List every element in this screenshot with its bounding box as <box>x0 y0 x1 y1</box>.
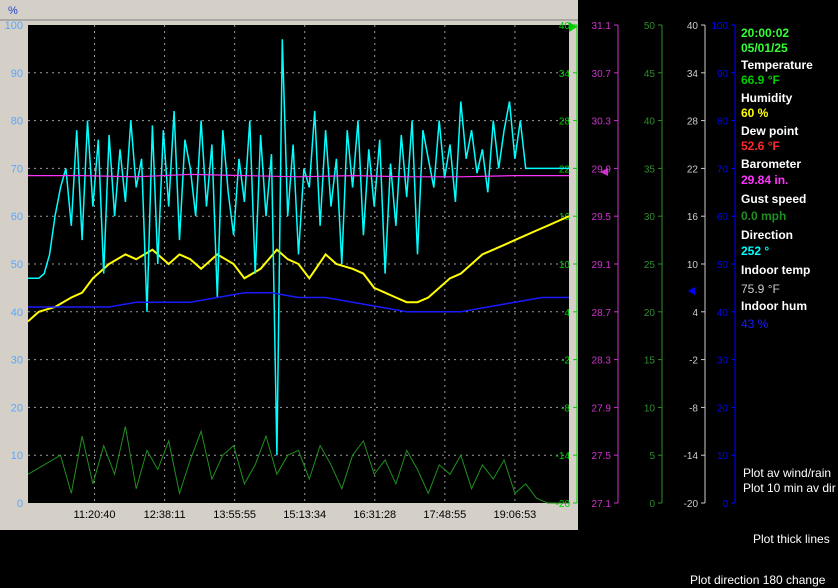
right-tick-label: 16 <box>687 212 699 223</box>
right-tick-label: -8 <box>689 403 698 414</box>
indoor-axis-marker <box>688 287 695 295</box>
percent-unit-label: % <box>8 5 18 17</box>
x-tick-label: 13:55:55 <box>213 509 256 521</box>
left-tick-label: 50 <box>11 259 23 271</box>
right-tick-label: 34 <box>559 69 571 80</box>
right-tick-label: 20 <box>644 308 656 319</box>
dewpoint-value: 52.6 °F <box>741 139 780 153</box>
plot-10min-dir-toggle[interactable]: Plot 10 min av dir <box>743 481 836 495</box>
right-tick-label: 100 <box>711 21 728 32</box>
right-tick-label: 30.7 <box>592 69 612 80</box>
right-tick-label: 70 <box>717 164 729 175</box>
right-tick-label: 40 <box>644 117 656 128</box>
left-tick-label: 100 <box>5 20 23 32</box>
right-tick-label: 28 <box>687 117 699 128</box>
right-tick-label: 50 <box>644 21 656 32</box>
right-tick-label: 30 <box>717 356 729 367</box>
plot-av-wind-toggle[interactable]: Plot av wind/rain <box>743 466 831 480</box>
temperature-label: Temperature <box>741 58 813 72</box>
right-tick-label: 29.5 <box>592 212 612 223</box>
right-tick-label: 29.9 <box>592 164 612 175</box>
right-tick-label: 0 <box>722 499 728 510</box>
barometer-label: Barometer <box>741 157 802 171</box>
right-tick-label: 15 <box>644 356 656 367</box>
right-tick-label: 4 <box>564 308 570 319</box>
temperature-value: 66.9 °F <box>741 73 780 87</box>
left-tick-label: 30 <box>11 355 23 367</box>
indoor-hum-value: 43 % <box>741 317 769 331</box>
x-tick-label: 11:20:40 <box>74 509 116 521</box>
x-tick-label: 17:48:55 <box>423 509 466 521</box>
readout-date: 05/01/25 <box>741 41 788 55</box>
left-tick-label: 10 <box>11 450 23 462</box>
right-tick-label: 10 <box>717 451 729 462</box>
right-tick-label: 28 <box>559 117 571 128</box>
right-tick-label: 28.7 <box>592 308 612 319</box>
left-tick-label: 70 <box>11 163 23 175</box>
left-tick-label: 80 <box>11 116 23 128</box>
right-tick-label: 35 <box>644 164 656 175</box>
x-tick-label: 12:38:11 <box>144 509 186 521</box>
left-tick-label: 90 <box>11 68 23 80</box>
right-tick-label: -14 <box>684 451 699 462</box>
right-tick-label: 34 <box>687 69 699 80</box>
humidity-value: 60 % <box>741 106 769 120</box>
left-tick-label: 0 <box>17 498 23 510</box>
plot-direction-change-toggle[interactable]: Plot direction 180 change <box>690 573 825 587</box>
right-tick-label: -8 <box>561 403 570 414</box>
indoor-hum-label: Indoor hum <box>741 299 807 313</box>
right-tick-label: 25 <box>644 260 656 271</box>
right-tick-label: 80 <box>717 117 729 128</box>
left-tick-label: 60 <box>11 211 23 223</box>
right-tick-label: 10 <box>687 260 699 271</box>
right-tick-label: 29.1 <box>592 260 612 271</box>
right-tick-label: 0 <box>649 499 655 510</box>
direction-value: 252 ° <box>741 244 770 258</box>
right-tick-label: 31.1 <box>592 21 612 32</box>
right-tick-label: 27.1 <box>592 499 612 510</box>
right-tick-label: 50 <box>717 260 729 271</box>
right-tick-label: -20 <box>556 499 571 510</box>
readout-time: 20:00:02 <box>741 26 790 40</box>
gust-label: Gust speed <box>741 192 807 206</box>
right-tick-label: 30 <box>644 212 656 223</box>
right-tick-label: 40 <box>687 21 699 32</box>
humidity-label: Humidity <box>741 91 793 105</box>
x-tick-label: 15:13:34 <box>283 509 326 521</box>
indoor-temp-value: 75.9 °F <box>741 282 780 296</box>
left-tick-label: 40 <box>11 307 23 319</box>
x-tick-label: 19:06:53 <box>493 509 536 521</box>
right-tick-label: 27.5 <box>592 451 612 462</box>
right-tick-label: 10 <box>559 260 571 271</box>
right-tick-label: 20 <box>717 403 729 414</box>
right-tick-label: -20 <box>684 499 699 510</box>
right-tick-label: 45 <box>644 69 656 80</box>
right-tick-label: -2 <box>561 356 570 367</box>
right-tick-label: 30.3 <box>592 117 612 128</box>
right-tick-label: 28.3 <box>592 356 612 367</box>
right-tick-label: 27.9 <box>592 403 612 414</box>
right-tick-label: 40 <box>717 308 729 319</box>
right-tick-label: 5 <box>649 451 655 462</box>
right-tick-label: 40 <box>559 21 571 32</box>
right-tick-label: -2 <box>689 356 698 367</box>
right-axes: -20-14-8-2410162228344027.127.527.928.32… <box>556 21 736 510</box>
right-tick-label: 4 <box>692 308 698 319</box>
indoor-temp-label: Indoor temp <box>741 263 811 277</box>
x-tick-label: 16:31:28 <box>353 509 396 521</box>
plot-thick-lines-toggle[interactable]: Plot thick lines <box>753 532 830 546</box>
barometer-value: 29.84 in. <box>741 173 789 187</box>
dewpoint-label: Dew point <box>741 124 799 138</box>
direction-label: Direction <box>741 228 794 242</box>
left-tick-label: 20 <box>11 402 23 414</box>
right-tick-label: 60 <box>717 212 729 223</box>
right-tick-label: 22 <box>687 164 699 175</box>
weather-chart: % 0102030405060708090100 -20-14-8-241016… <box>0 0 736 530</box>
right-tick-label: 90 <box>717 69 729 80</box>
gust-value: 0.0 mph <box>741 209 787 223</box>
right-tick-label: 22 <box>559 164 571 175</box>
right-tick-label: -14 <box>556 451 571 462</box>
right-tick-label: 10 <box>644 403 656 414</box>
